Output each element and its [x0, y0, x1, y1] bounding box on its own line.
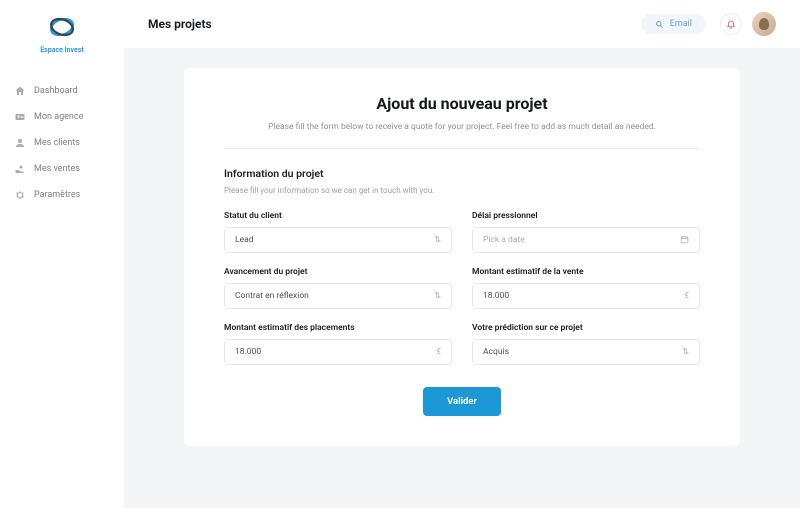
field-label: Votre prédiction sur ce projet — [472, 323, 700, 333]
sidebar-item-label: Paramètres — [34, 190, 80, 200]
client-status-select[interactable]: Lead ⇅ — [224, 227, 452, 253]
chevron-updown-icon: ⇅ — [682, 347, 689, 356]
hand-coin-icon — [14, 163, 26, 175]
calendar-icon — [680, 235, 689, 244]
brand-logo: Espace Invest — [40, 12, 84, 54]
sidebar-item-dashboard[interactable]: Dashboard — [0, 78, 124, 104]
project-progress-select[interactable]: Contrat en réflexion ⇅ — [224, 283, 452, 309]
field-value: Contrat en réflexion — [235, 291, 309, 301]
sidebar-item-clients[interactable]: Mes clients — [0, 130, 124, 156]
field-sale-amount: Montant estimatif de la vente 18.000 € — [472, 267, 700, 309]
home-icon — [14, 85, 26, 97]
field-label: Délai pressionnel — [472, 211, 700, 221]
field-label: Montant estimatif de la vente — [472, 267, 700, 277]
gear-icon — [14, 189, 26, 201]
avatar[interactable] — [752, 12, 776, 36]
id-card-icon — [14, 111, 26, 123]
sidebar-item-settings[interactable]: Paramètres — [0, 182, 124, 208]
sidebar-item-label: Mes ventes — [34, 164, 80, 174]
field-client-status: Statut du client Lead ⇅ — [224, 211, 452, 253]
user-icon — [14, 137, 26, 149]
sidebar-nav: Dashboard Mon agence Mes clients Mes ven… — [0, 78, 124, 208]
sidebar-item-label: Mon agence — [34, 112, 83, 122]
section-title: Information du projet — [224, 167, 700, 180]
search-placeholder: Email — [670, 19, 692, 29]
field-value: 18.000 — [235, 347, 261, 357]
field-value: Acquis — [483, 347, 509, 357]
submit-button[interactable]: Valider — [423, 387, 501, 416]
brand-logo-icon — [47, 12, 77, 42]
search-icon — [655, 20, 664, 29]
search-input[interactable]: Email — [641, 14, 706, 34]
deadline-datepicker[interactable]: Pick a date — [472, 227, 700, 253]
brand-name: Espace Invest — [40, 46, 84, 54]
form-grid: Statut du client Lead ⇅ Délai pressionne… — [224, 211, 700, 365]
sidebar-item-label: Dashboard — [34, 86, 78, 96]
project-form-card: Ajout du nouveau projet Please fill the … — [184, 68, 740, 446]
prediction-select[interactable]: Acquis ⇅ — [472, 339, 700, 365]
sidebar: Espace Invest Dashboard Mon agence Mes c… — [0, 0, 124, 508]
sidebar-item-sales[interactable]: Mes ventes — [0, 156, 124, 182]
notifications-button[interactable] — [720, 13, 742, 35]
chevron-updown-icon: ⇅ — [434, 235, 441, 244]
sidebar-item-label: Mes clients — [34, 138, 80, 148]
field-value: Pick a date — [483, 235, 525, 245]
field-placement-amount: Montant estimatif des placements 18.000 … — [224, 323, 452, 365]
euro-icon: € — [437, 347, 442, 356]
field-deadline: Délai pressionnel Pick a date — [472, 211, 700, 253]
sale-amount-input[interactable]: 18.000 € — [472, 283, 700, 309]
field-value: Lead — [235, 235, 254, 245]
chevron-updown-icon: ⇅ — [434, 291, 441, 300]
sidebar-item-agency[interactable]: Mon agence — [0, 104, 124, 130]
field-prediction: Votre prédiction sur ce projet Acquis ⇅ — [472, 323, 700, 365]
placement-amount-input[interactable]: 18.000 € — [224, 339, 452, 365]
field-label: Montant estimatif des placements — [224, 323, 452, 333]
card-title: Ajout du nouveau projet — [224, 94, 700, 113]
section-description: Please fill your information so we can g… — [224, 186, 700, 195]
field-value: 18.000 — [483, 291, 509, 301]
bell-icon — [726, 19, 736, 29]
topbar: Mes projets Email — [124, 0, 800, 48]
card-subtitle: Please fill the form below to receive a … — [224, 121, 700, 149]
field-project-progress: Avancement du projet Contrat en réflexio… — [224, 267, 452, 309]
field-label: Avancement du projet — [224, 267, 452, 277]
euro-icon: € — [685, 291, 690, 300]
field-label: Statut du client — [224, 211, 452, 221]
page-title: Mes projets — [148, 17, 212, 31]
